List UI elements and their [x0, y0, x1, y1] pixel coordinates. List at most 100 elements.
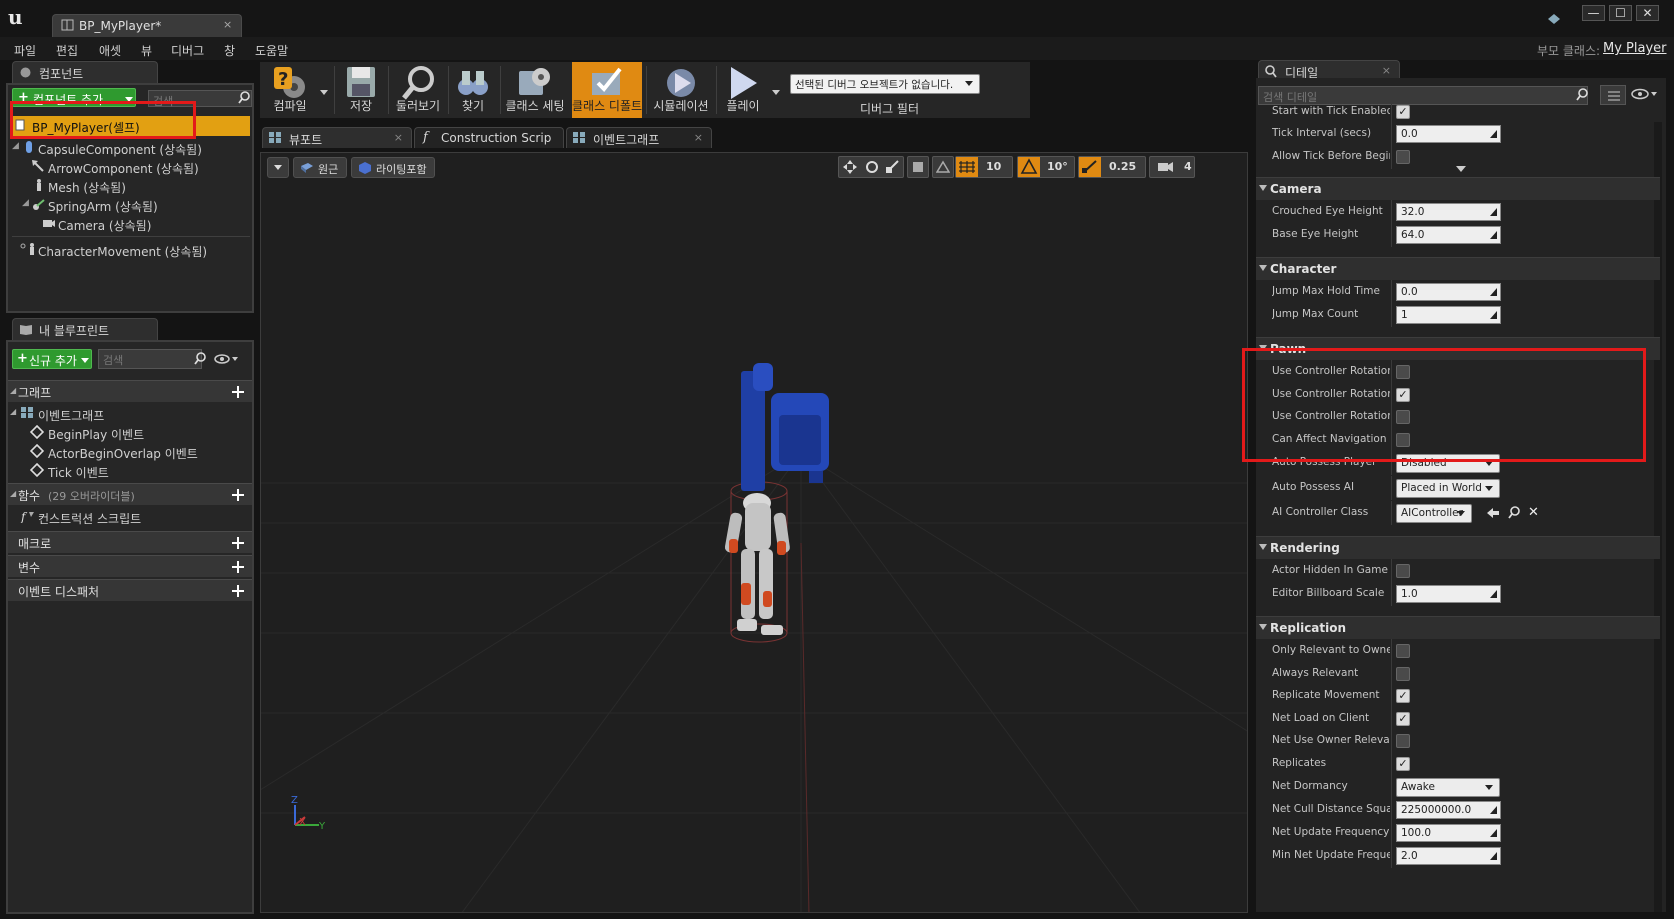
section-camera[interactable]: Camera [1256, 177, 1660, 200]
tree-item-construction-script[interactable]: f 컨스트럭션 스크립트 [8, 507, 252, 526]
transform-mode-group[interactable] [838, 156, 904, 178]
menu-debug[interactable]: 디버그 [171, 42, 204, 59]
class-defaults-button[interactable]: 클래스 디폴트 [572, 62, 642, 118]
play-options-chevron-icon[interactable] [772, 90, 780, 95]
section-dispatchers[interactable]: 이벤트 디스패처 [8, 579, 252, 601]
viewport[interactable]: 원근 라이팅포함 10 10° 0.25 4 Z X Y [260, 152, 1248, 913]
menu-window[interactable]: 창 [224, 42, 235, 59]
tree-item-event-graph[interactable]: ◢ 이벤트그래프 [8, 404, 252, 423]
ai-controller-class-select[interactable]: AIController [1396, 504, 1472, 523]
compile-button[interactable]: ? 컴파일 [260, 62, 320, 118]
tab-viewport[interactable]: 뷰포트 × [262, 127, 412, 148]
add-graph-plus-icon[interactable] [232, 386, 244, 398]
row-replicate-movement[interactable]: Replicate Movement ✓ [1256, 684, 1660, 708]
add-macro-plus-icon[interactable] [232, 537, 244, 549]
source-control-icon[interactable] [1546, 12, 1562, 26]
tree-item-capsule[interactable]: ◢ CapsuleComponent (상속됨) [12, 138, 250, 157]
tree-item-springarm[interactable]: ◢ SpringArm (상속됨) [12, 195, 250, 214]
compile-options-chevron-icon[interactable] [320, 90, 328, 95]
row-jump-hold[interactable]: Jump Max Hold Time 0.0 [1256, 280, 1660, 304]
debug-object-select[interactable]: 선택된 디버그 오브젝트가 없습니다. [790, 74, 980, 94]
tree-item-camera[interactable]: Camera (상속됨) [12, 214, 250, 233]
close-button[interactable]: ✕ [1636, 5, 1659, 21]
tree-item-event[interactable]: Tick 이벤트 [8, 461, 252, 480]
row-net-use-owner[interactable]: Net Use Owner Relevanc [1256, 729, 1660, 753]
tree-item-arrow[interactable]: ArrowComponent (상속됨) [12, 157, 250, 176]
replicates-checkbox[interactable]: ✓ [1396, 757, 1410, 771]
scale-snap-value[interactable]: 0.25 [1109, 160, 1136, 173]
rotation-snap-value[interactable]: 10° [1047, 160, 1068, 173]
tree-item-movement[interactable]: CharacterMovement (상속됨) [12, 240, 250, 259]
row-net-dormancy[interactable]: Net Dormancy Awake [1256, 775, 1660, 800]
blueprint-search-input[interactable]: 검색 [98, 349, 202, 369]
scale-snap-toggle[interactable] [1079, 157, 1101, 177]
tick-interval-field[interactable]: 0.0 [1396, 125, 1501, 143]
jump-hold-field[interactable]: 0.0 [1396, 283, 1501, 301]
add-new-button[interactable]: + 신규 추가 [12, 349, 92, 369]
use-selected-arrow-icon[interactable] [1486, 507, 1500, 519]
billboard-scale-field[interactable]: 1.0 [1396, 585, 1501, 603]
net-update-frequency-field[interactable]: 100.0 [1396, 824, 1501, 842]
min-net-update-field[interactable]: 2.0 [1396, 847, 1501, 865]
menu-asset[interactable]: 애셋 [99, 42, 121, 59]
close-tab-icon[interactable]: × [1382, 64, 1391, 77]
scale-icon[interactable] [885, 160, 899, 174]
row-start-with-tick[interactable]: Start with Tick Enabled ✓ [1256, 100, 1660, 124]
close-tab-icon[interactable]: × [223, 18, 232, 31]
section-replication[interactable]: Replication [1256, 616, 1660, 639]
maximize-button[interactable]: ☐ [1609, 5, 1632, 21]
row-ai-controller-class[interactable]: AI Controller Class AIController ✕ [1256, 501, 1660, 527]
section-character[interactable]: Character [1256, 257, 1660, 280]
jump-count-field[interactable]: 1 [1396, 306, 1501, 324]
auto-possess-ai-select[interactable]: Placed in World [1396, 479, 1500, 498]
row-only-relevant-owner[interactable]: Only Relevant to Owner [1256, 639, 1660, 663]
row-min-net-update[interactable]: Min Net Update Frequen 2.0 [1256, 844, 1660, 868]
row-tick-interval[interactable]: Tick Interval (secs) 0.0 [1256, 122, 1660, 146]
rotation-snap-toggle[interactable] [1018, 157, 1040, 177]
grid-snap-value[interactable]: 10 [986, 160, 1001, 173]
play-button[interactable]: 플레이 [718, 62, 768, 118]
base-eye-field[interactable]: 64.0 [1396, 226, 1501, 244]
grid-snap-toggle[interactable] [956, 157, 978, 177]
view-options-eye-icon[interactable] [1630, 88, 1660, 100]
tab-components[interactable]: 컴포넌트 [12, 61, 158, 83]
net-load-client-checkbox[interactable]: ✓ [1396, 712, 1410, 726]
allow-tick-checkbox[interactable] [1396, 150, 1410, 164]
view-options-eye-icon[interactable] [214, 353, 240, 365]
add-variable-plus-icon[interactable] [232, 561, 244, 573]
tree-item-event[interactable]: BeginPlay 이벤트 [8, 423, 252, 442]
tree-item-mesh[interactable]: Mesh (상속됨) [12, 176, 250, 195]
section-macros[interactable]: 매크로 [8, 531, 252, 553]
translate-icon[interactable] [843, 160, 857, 174]
net-cull-field[interactable]: 225000000.0 [1396, 801, 1501, 819]
menu-file[interactable]: 파일 [14, 42, 36, 59]
close-tab-icon[interactable]: × [694, 131, 703, 144]
section-variables[interactable]: 변수 [8, 555, 252, 577]
camera-speed-group[interactable]: 4 [1149, 156, 1195, 178]
menu-view[interactable]: 뷰 [141, 42, 152, 59]
replicate-movement-checkbox[interactable]: ✓ [1396, 689, 1410, 703]
advanced-expand-icon[interactable] [1456, 166, 1466, 172]
rotate-icon[interactable] [865, 160, 879, 174]
row-always-relevant[interactable]: Always Relevant [1256, 662, 1660, 686]
add-function-plus-icon[interactable] [232, 489, 244, 501]
world-local-toggle[interactable] [907, 156, 929, 178]
simulation-button[interactable]: 시뮬레이션 [648, 62, 714, 118]
row-crouched-eye[interactable]: Crouched Eye Height 32.0 [1256, 200, 1660, 224]
lit-button[interactable]: 라이팅포함 [351, 157, 435, 178]
row-actor-hidden[interactable]: Actor Hidden In Game [1256, 559, 1660, 583]
clear-x-icon[interactable]: ✕ [1528, 505, 1539, 520]
crouched-eye-field[interactable]: 32.0 [1396, 203, 1501, 221]
net-use-owner-checkbox[interactable] [1396, 734, 1410, 748]
section-rendering[interactable]: Rendering [1256, 536, 1660, 559]
scale-snap-group[interactable]: 0.25 [1078, 156, 1146, 178]
perspective-button[interactable]: 원근 [293, 157, 347, 178]
browse-magnifier-icon[interactable] [1508, 506, 1520, 519]
viewport-options-button[interactable] [267, 157, 289, 178]
actor-hidden-checkbox[interactable] [1396, 564, 1410, 578]
browse-button[interactable]: 둘러보기 [390, 62, 446, 118]
start-tick-checkbox[interactable]: ✓ [1396, 105, 1410, 119]
row-net-load-client[interactable]: Net Load on Client ✓ [1256, 707, 1660, 731]
find-button[interactable]: 찾기 [450, 62, 496, 118]
add-dispatcher-plus-icon[interactable] [232, 585, 244, 597]
